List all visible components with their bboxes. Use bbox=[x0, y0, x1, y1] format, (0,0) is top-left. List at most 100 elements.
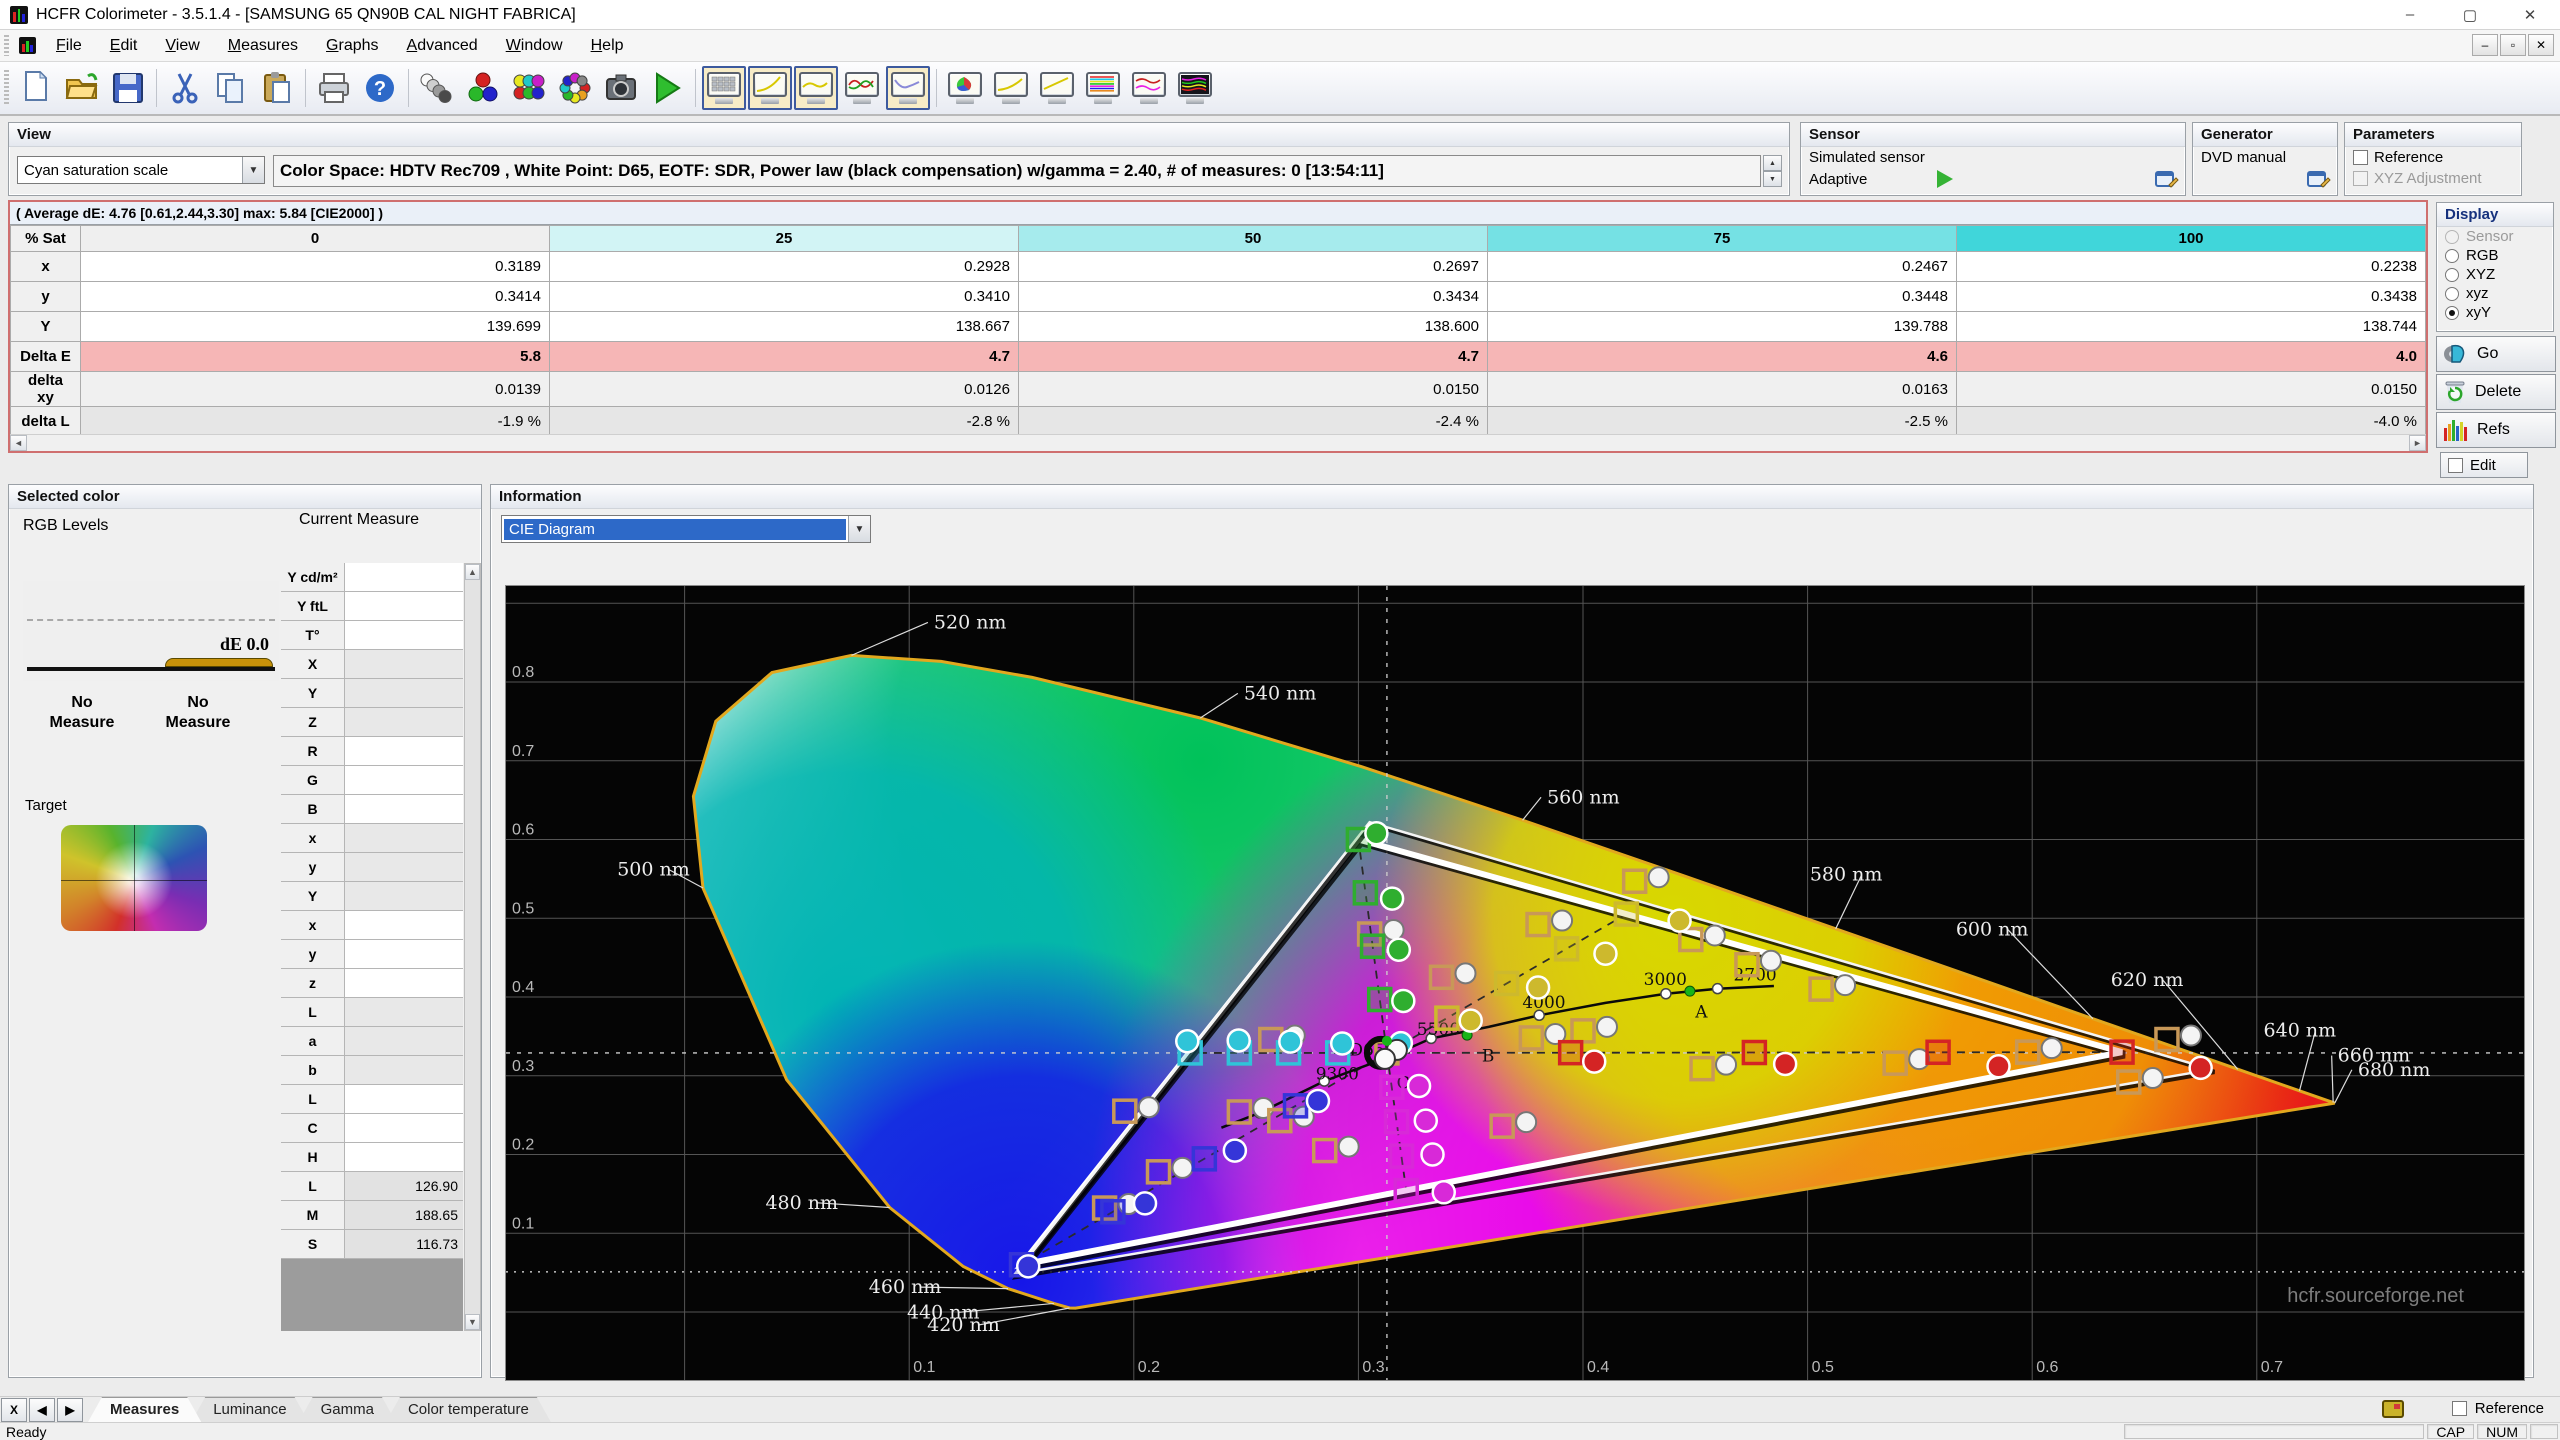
go-button[interactable]: Go bbox=[2436, 336, 2556, 372]
chevron-down-icon[interactable]: ▼ bbox=[242, 157, 264, 183]
view-cie-monitor bbox=[947, 72, 983, 104]
sensor-config-icon[interactable] bbox=[2155, 169, 2179, 189]
measure-value bbox=[345, 795, 463, 823]
toolbar-button-secondaries-measure-icon[interactable] bbox=[507, 66, 551, 110]
toolbar: ? bbox=[0, 62, 2560, 116]
measure-value: 126.90 bbox=[345, 1172, 463, 1200]
edit-checkbox[interactable] bbox=[2448, 458, 2463, 473]
view-select[interactable]: Cyan saturation scale ▼ bbox=[17, 156, 265, 184]
toolbar-button-colorchecker-measure-icon[interactable] bbox=[553, 66, 597, 110]
scroll-left-icon[interactable]: ◄ bbox=[10, 435, 27, 451]
generator-config-icon[interactable] bbox=[2307, 169, 2331, 189]
svg-text:0.2: 0.2 bbox=[1138, 1359, 1160, 1376]
refs-button[interactable]: Refs bbox=[2436, 412, 2556, 448]
measure-row-b: b bbox=[281, 1056, 463, 1085]
minimize-button[interactable]: – bbox=[2380, 0, 2440, 29]
edit-checkbox-button[interactable]: Edit bbox=[2440, 452, 2528, 478]
toolbar-button-view-deltae-monitor[interactable] bbox=[1127, 66, 1171, 110]
document-icon[interactable] bbox=[19, 37, 36, 54]
toolbar-button-new-file-icon[interactable] bbox=[14, 66, 58, 110]
scroll-down-icon[interactable]: ▼ bbox=[465, 1314, 480, 1330]
sensor-mode: Adaptive bbox=[1809, 171, 1867, 188]
next-sheet-icon[interactable]: ▶ bbox=[57, 1398, 83, 1422]
measure-spinner[interactable]: ▲▼ bbox=[1763, 155, 1782, 187]
mdi-restore-icon[interactable]: ▫ bbox=[2500, 34, 2526, 56]
svg-text:0.3: 0.3 bbox=[1362, 1359, 1384, 1376]
cell: -2.4 % bbox=[1019, 407, 1488, 437]
menu-item-graphs[interactable]: Graphs bbox=[312, 32, 392, 60]
radio-circle[interactable] bbox=[2445, 268, 2459, 282]
measure-row-Y: Y bbox=[281, 882, 463, 911]
toolbar-button-view-rgblevels-monitor[interactable] bbox=[840, 66, 884, 110]
radio-RGB[interactable]: RGB bbox=[2437, 246, 2553, 265]
prev-sheet-icon[interactable]: ◀ bbox=[29, 1398, 55, 1422]
reference-checkbox-row[interactable]: Reference bbox=[2444, 1398, 2552, 1419]
cie-diagram[interactable]: 0.10.20.30.40.50.60.70.10.20.30.40.50.60… bbox=[505, 585, 2525, 1381]
toolbar-button-view-luminance-monitor[interactable] bbox=[748, 66, 792, 110]
column-header-25: 25 bbox=[550, 226, 1019, 252]
menu-item-window[interactable]: Window bbox=[492, 32, 577, 60]
toolbar-button-run-measures-icon[interactable] bbox=[645, 66, 689, 110]
scroll-up-icon[interactable]: ▲ bbox=[465, 564, 480, 580]
toolbar-button-paste-icon[interactable] bbox=[255, 66, 299, 110]
tab-luminance[interactable]: Luminance bbox=[191, 1397, 308, 1422]
radio-xyY[interactable]: xyY bbox=[2437, 303, 2553, 322]
menu-item-edit[interactable]: Edit bbox=[96, 32, 152, 60]
measure-row-M: M188.65 bbox=[281, 1201, 463, 1230]
checkbox-box[interactable] bbox=[2353, 150, 2368, 165]
toolbar-button-view-gamma-monitor[interactable] bbox=[794, 66, 838, 110]
toolbar-button-view-colortemp-monitor[interactable] bbox=[886, 66, 930, 110]
toolbar-button-view-histogram-monitor[interactable] bbox=[1081, 66, 1125, 110]
menu-item-help[interactable]: Help bbox=[577, 32, 638, 60]
toolbar-button-cut-icon[interactable] bbox=[163, 66, 207, 110]
radio-circle[interactable] bbox=[2445, 306, 2459, 320]
menu-item-view[interactable]: View bbox=[151, 32, 213, 60]
toolbar-button-view-luminance2-monitor[interactable] bbox=[989, 66, 1033, 110]
toolbar-button-print-icon[interactable] bbox=[312, 66, 356, 110]
toolbar-button-open-file-icon[interactable] bbox=[60, 66, 104, 110]
svg-text:640 nm: 640 nm bbox=[2264, 1019, 2337, 1041]
table-horizontal-scrollbar[interactable]: ◄ ► bbox=[10, 434, 2426, 451]
menu-item-file[interactable]: File bbox=[42, 32, 96, 60]
toolbar-button-help-icon[interactable]: ? bbox=[358, 66, 402, 110]
maximize-button[interactable]: ▢ bbox=[2440, 0, 2500, 29]
toolbar-button-primaries-measure-icon[interactable] bbox=[461, 66, 505, 110]
edit-label: Edit bbox=[2470, 457, 2496, 474]
scroll-right-icon[interactable]: ► bbox=[2409, 435, 2426, 451]
toolbar-button-view-dark-monitor[interactable] bbox=[1173, 66, 1217, 110]
status-cell-cap: CAP bbox=[2427, 1424, 2474, 1439]
checkbox-reference[interactable]: Reference bbox=[2345, 147, 2521, 168]
toolbar-button-grayscale-measure-icon[interactable] bbox=[415, 66, 459, 110]
toolbar-button-save-icon[interactable] bbox=[106, 66, 150, 110]
toolbar-button-view-gamma2-monitor[interactable] bbox=[1035, 66, 1079, 110]
colorspace-info-field[interactable]: Color Space: HDTV Rec709 , White Point: … bbox=[273, 155, 1761, 187]
sensor-run-icon[interactable] bbox=[1937, 170, 1953, 188]
radio-circle bbox=[2445, 230, 2459, 244]
toolbar-button-snapshot-icon[interactable] bbox=[599, 66, 643, 110]
close-button[interactable]: ✕ bbox=[2500, 0, 2560, 29]
toolbar-button-view-measures-monitor[interactable] bbox=[702, 66, 746, 110]
checkbox-xyz-adjustment: XYZ Adjustment bbox=[2345, 168, 2521, 189]
information-select[interactable]: CIE Diagram ▼ bbox=[501, 515, 871, 543]
delete-button[interactable]: Delete bbox=[2436, 374, 2556, 410]
close-sheet-icon[interactable]: X bbox=[1, 1398, 27, 1422]
target-color-swatch[interactable] bbox=[61, 825, 207, 931]
radio-XYZ[interactable]: XYZ bbox=[2437, 265, 2553, 284]
mdi-window-buttons: – ▫ ✕ bbox=[2472, 34, 2554, 56]
measure-table-scrollbar[interactable]: ▲ ▼ bbox=[464, 563, 481, 1331]
radio-circle[interactable] bbox=[2445, 249, 2459, 263]
radio-circle[interactable] bbox=[2445, 287, 2459, 301]
menu-item-advanced[interactable]: Advanced bbox=[393, 32, 492, 60]
tab-gamma[interactable]: Gamma bbox=[299, 1397, 396, 1422]
mdi-close-icon[interactable]: ✕ bbox=[2528, 34, 2554, 56]
chevron-down-icon[interactable]: ▼ bbox=[848, 516, 870, 542]
toolbar-button-view-cie-monitor[interactable] bbox=[943, 66, 987, 110]
radio-xyz[interactable]: xyz bbox=[2437, 284, 2553, 303]
mdi-minimize-icon[interactable]: – bbox=[2472, 34, 2498, 56]
menu-item-measures[interactable]: Measures bbox=[214, 32, 312, 60]
tab-color-temperature[interactable]: Color temperature bbox=[386, 1397, 551, 1422]
toolbar-button-copy-icon[interactable] bbox=[209, 66, 253, 110]
measure-label: b bbox=[281, 1056, 345, 1084]
reference-checkbox[interactable] bbox=[2452, 1401, 2467, 1416]
tab-measures[interactable]: Measures bbox=[88, 1397, 201, 1422]
